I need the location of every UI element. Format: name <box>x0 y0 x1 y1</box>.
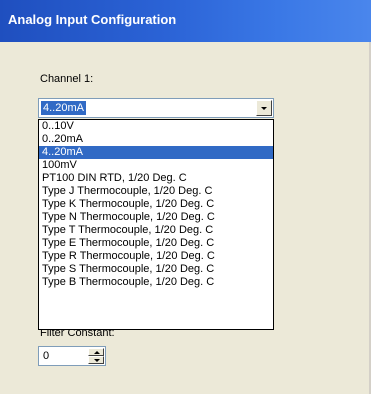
channel-selected-value: 4..20mA <box>41 101 86 115</box>
channel-dropdown-list[interactable]: 0..10V 0..20mA 4..20mA 100mV PT100 DIN R… <box>38 119 274 330</box>
list-option[interactable]: Type S Thermocouple, 1/20 Deg. C <box>39 263 273 276</box>
filter-constant-spinner[interactable]: 0 <box>38 346 106 366</box>
list-option-selected[interactable]: 4..20mA <box>39 146 273 159</box>
chevron-down-icon <box>261 107 267 110</box>
dropdown-button[interactable] <box>256 100 272 116</box>
list-option[interactable]: 100mV <box>39 159 273 172</box>
spin-up-button[interactable] <box>88 348 104 356</box>
filter-constant-value[interactable]: 0 <box>43 349 49 363</box>
list-option[interactable]: Type J Thermocouple, 1/20 Deg. C <box>39 185 273 198</box>
list-option[interactable]: 0..20mA <box>39 133 273 146</box>
list-option[interactable]: Type K Thermocouple, 1/20 Deg. C <box>39 198 273 211</box>
spin-down-button[interactable] <box>88 356 104 364</box>
list-option[interactable]: Type T Thermocouple, 1/20 Deg. C <box>39 224 273 237</box>
list-option[interactable]: Type B Thermocouple, 1/20 Deg. C <box>39 276 273 289</box>
window-title: Analog Input Configuration <box>8 12 177 27</box>
list-option[interactable]: Type N Thermocouple, 1/20 Deg. C <box>39 211 273 224</box>
list-option[interactable]: PT100 DIN RTD, 1/20 Deg. C <box>39 172 273 185</box>
title-bar[interactable]: Analog Input Configuration <box>0 0 371 42</box>
list-option[interactable]: Type R Thermocouple, 1/20 Deg. C <box>39 250 273 263</box>
spin-up-icon <box>94 351 100 354</box>
list-option[interactable]: Type E Thermocouple, 1/20 Deg. C <box>39 237 273 250</box>
spinner-buttons <box>88 348 104 364</box>
list-option[interactable]: 0..10V <box>39 120 273 133</box>
dialog-window: Analog Input Configuration Channel 1: 4.… <box>0 0 371 394</box>
channel-label: Channel 1: <box>40 73 94 85</box>
spin-down-icon <box>94 359 100 362</box>
channel-select[interactable]: 4..20mA <box>38 98 274 118</box>
